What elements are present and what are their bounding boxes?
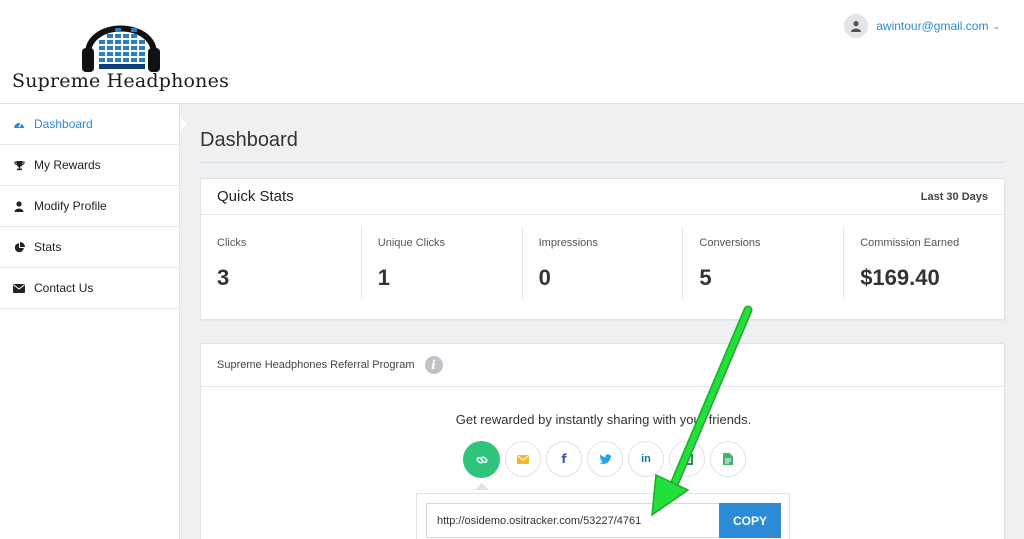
chevron-down-icon[interactable]: ⌄ (992, 21, 1000, 32)
stat-label: Commission Earned (860, 237, 960, 249)
twitter-icon (599, 454, 611, 464)
share-buttons: f in (463, 441, 746, 478)
brand-name: Supreme Headphones (12, 70, 230, 92)
envelope-icon (12, 281, 26, 295)
stat-label: Conversions (699, 237, 761, 249)
stat-label: Unique Clicks (377, 237, 446, 249)
referral-url-input[interactable] (426, 503, 720, 538)
sidebar-item-label: Dashboard (34, 117, 93, 131)
quick-stats-card: Quick Stats Last 30 Days Clicks 3 Unique… (200, 178, 1005, 320)
sidebar-item-label: Stats (34, 240, 62, 254)
facebook-icon: f (561, 452, 567, 466)
sidebar-item-dashboard[interactable]: Dashboard (0, 104, 187, 145)
top-header: Supreme Headphones awintour@gmail.com ⌄ (0, 0, 1024, 104)
stat-value: 3 (217, 265, 230, 290)
divider (200, 162, 1005, 163)
sidebar-item-my-rewards[interactable]: My Rewards (0, 145, 179, 186)
date-range-label: Last 30 Days (920, 190, 988, 203)
stat-commission-earned: Commission Earned $169.40 (844, 227, 1004, 299)
share-twitter-button[interactable] (587, 441, 623, 477)
stat-conversions: Conversions 5 (683, 227, 845, 299)
quick-stats-header: Quick Stats Last 30 Days (201, 179, 1004, 215)
share-qr-button[interactable] (669, 441, 705, 477)
sidebar-nav: Dashboard My Rewards Modify Profile Stat… (0, 104, 187, 539)
sidebar-item-stats[interactable]: Stats (0, 227, 179, 268)
stats-row: Clicks 3 Unique Clicks 1 Impressions 0 C… (201, 215, 1004, 320)
referral-program-card: Supreme Headphones Referral Program i Ge… (200, 343, 1005, 539)
brand-logo[interactable]: Supreme Headphones (10, 8, 229, 98)
referral-header: Supreme Headphones Referral Program i (201, 344, 1004, 387)
link-icon (475, 455, 488, 464)
copy-button[interactable]: COPY (719, 503, 781, 538)
sidebar-item-modify-profile[interactable]: Modify Profile (0, 186, 179, 227)
document-icon (723, 453, 733, 465)
stat-value: 5 (699, 265, 712, 290)
stat-value: 0 (538, 265, 551, 290)
popover-pointer (475, 483, 489, 490)
stat-clicks: Clicks 3 (201, 227, 362, 299)
qr-icon (681, 453, 693, 465)
trophy-icon (12, 158, 26, 172)
share-link-button[interactable] (463, 441, 500, 478)
sidebar-item-label: Modify Profile (34, 199, 107, 213)
share-email-button[interactable] (505, 441, 541, 477)
user-icon (12, 199, 26, 213)
referral-title: Supreme Headphones Referral Program (217, 359, 415, 371)
referral-link-box: COPY (416, 493, 790, 539)
share-linkedin-button[interactable]: in (628, 441, 664, 477)
referral-message: Get rewarded by instantly sharing with y… (455, 412, 752, 427)
page-title: Dashboard (200, 129, 298, 151)
share-document-button[interactable] (710, 441, 746, 477)
user-email[interactable]: awintour@gmail.com (876, 19, 988, 33)
stat-unique-clicks: Unique Clicks 1 (362, 227, 523, 299)
dashboard-icon (12, 117, 26, 131)
stat-label: Impressions (538, 237, 598, 249)
user-avatar-icon (844, 14, 869, 38)
linkedin-icon: in (641, 453, 651, 465)
share-facebook-button[interactable]: f (546, 441, 582, 477)
info-icon[interactable]: i (424, 356, 443, 374)
pie-chart-icon (12, 240, 26, 254)
headphones-logo-icon (82, 25, 160, 72)
user-menu[interactable]: awintour@gmail.com ⌄ (844, 14, 1000, 38)
email-icon (517, 454, 529, 464)
stat-label: Clicks (217, 237, 247, 249)
stat-value: 1 (377, 265, 391, 290)
sidebar-item-label: Contact Us (34, 281, 94, 295)
stat-value: $169.40 (860, 265, 940, 290)
quick-stats-title: Quick Stats (217, 188, 294, 205)
sidebar-item-contact-us[interactable]: Contact Us (0, 268, 179, 309)
sidebar-item-label: My Rewards (34, 158, 101, 172)
stat-impressions: Impressions 0 (523, 227, 684, 299)
